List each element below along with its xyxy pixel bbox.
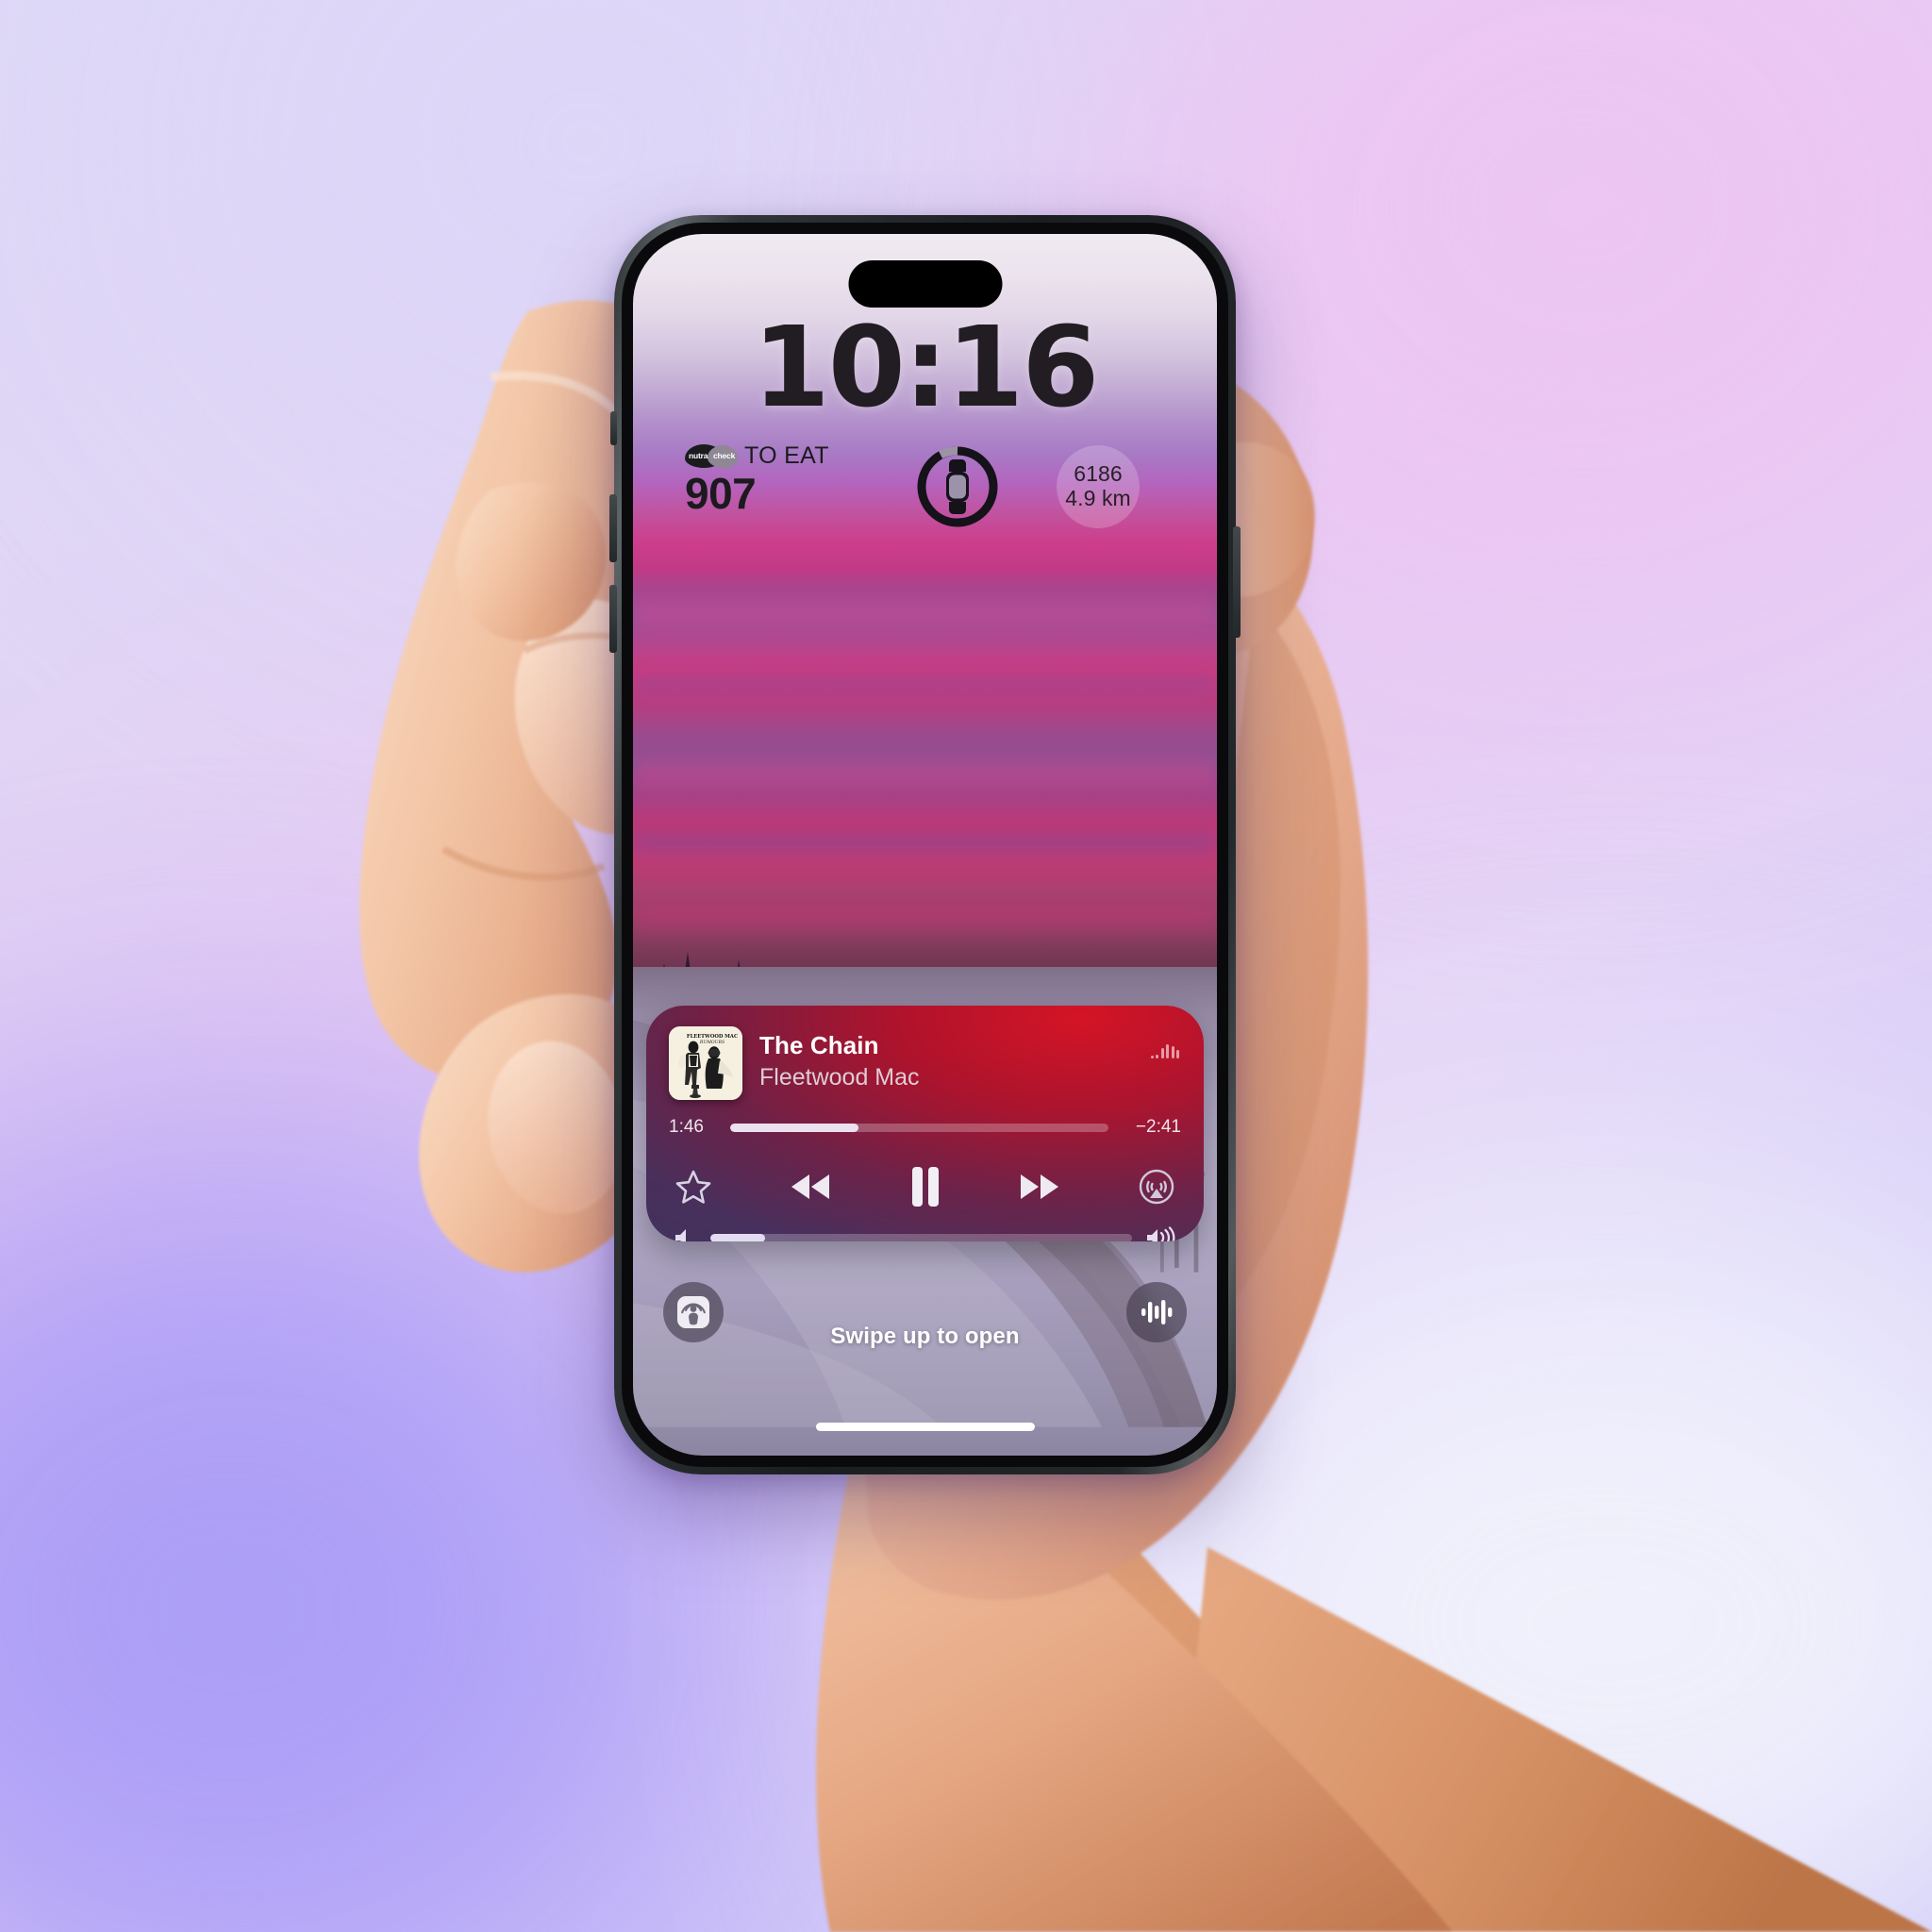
volume-row: [646, 1221, 1204, 1241]
star-icon: [675, 1170, 711, 1204]
svg-text:FLEETWOOD MAC: FLEETWOOD MAC: [687, 1034, 738, 1040]
wallpaper-cloud-band: [633, 758, 1217, 788]
volume-down-button[interactable]: [609, 585, 617, 653]
steps-circle: 6186 4.9 km: [1057, 445, 1140, 528]
lockscreen-widget-row: nutra check TO EAT 907 6186 4.9 km: [633, 441, 1217, 545]
nutracheck-title: TO EAT: [744, 441, 829, 469]
elapsed-time: 1:46: [669, 1117, 704, 1137]
wallpaper-cloud-band: [633, 832, 1217, 854]
airplay-button[interactable]: [1138, 1168, 1175, 1206]
playback-controls: [646, 1138, 1204, 1221]
dynamic-island[interactable]: [848, 260, 1002, 308]
steps-count: 6186: [1074, 461, 1123, 487]
home-indicator[interactable]: [815, 1423, 1035, 1431]
pause-icon: [911, 1167, 939, 1207]
playback-progress-row: 1:46 −2:41: [646, 1100, 1204, 1138]
audio-waveform-icon: [1150, 1043, 1179, 1058]
nutracheck-logo-icon: nutra check: [685, 443, 738, 468]
favorite-button[interactable]: [675, 1168, 712, 1206]
steps-distance: 4.9 km: [1065, 486, 1131, 510]
phone-screen: 10:16 nutra check TO EAT 907 6186 4.9 km…: [633, 234, 1217, 1456]
volume-fill: [710, 1233, 766, 1241]
phone-bezel: 10:16 nutra check TO EAT 907 6186 4.9 km…: [622, 223, 1228, 1467]
wallpaper-cloud-band: [633, 674, 1217, 693]
rumours-album-cover: FLEETWOOD MAC RUMOURS: [669, 1026, 742, 1100]
swipe-up-hint: Swipe up to open: [830, 1324, 1020, 1349]
track-info: The Chain Fleetwood Mac: [759, 1026, 1181, 1091]
silent-switch[interactable]: [610, 411, 617, 445]
widget-steps[interactable]: 6186 4.9 km: [1018, 441, 1178, 528]
watch-ring-progress: [914, 443, 1001, 530]
playback-progress-fill: [730, 1123, 859, 1132]
volume-low-icon: [675, 1229, 686, 1241]
nutracheck-word-2: check: [713, 451, 736, 460]
now-playing-widget[interactable]: FLEETWOOD MAC RUMOURS The Chain Fleetwoo…: [646, 1006, 1204, 1241]
widget-nutracheck[interactable]: nutra check TO EAT 907: [672, 441, 897, 519]
track-title: The Chain: [759, 1031, 879, 1059]
airplay-icon: [1139, 1169, 1174, 1205]
iphone-device: 10:16 nutra check TO EAT 907 6186 4.9 km…: [609, 215, 1241, 1474]
widget-watch[interactable]: [897, 441, 1018, 530]
volume-high-icon: [1147, 1226, 1175, 1241]
volume-slider[interactable]: [710, 1233, 1132, 1241]
lockscreen-clock: 10:16: [752, 302, 1100, 432]
nutracheck-header: nutra check TO EAT: [685, 441, 897, 470]
rewind-button[interactable]: [788, 1170, 833, 1204]
svg-text:RUMOURS: RUMOURS: [699, 1040, 724, 1045]
nutracheck-word-1: nutra: [689, 450, 708, 460]
track-artist: Fleetwood Mac: [759, 1064, 920, 1091]
rewind-icon: [791, 1174, 829, 1199]
side-power-button[interactable]: [1233, 526, 1241, 638]
wallpaper-cloud-band: [633, 600, 1217, 625]
shazam-waveform-icon: [1141, 1300, 1173, 1324]
nutracheck-value: 907: [685, 469, 757, 518]
pause-button[interactable]: [908, 1165, 942, 1208]
volume-up-button[interactable]: [609, 494, 617, 562]
fast-forward-icon: [1021, 1174, 1059, 1199]
wallpaper-cloud-band: [633, 906, 1217, 931]
now-playing-header: FLEETWOOD MAC RUMOURS The Chain Fleetwoo…: [646, 1006, 1204, 1100]
apple-watch-icon: [917, 446, 998, 527]
playback-scrubber[interactable]: [730, 1123, 1108, 1132]
album-artwork[interactable]: FLEETWOOD MAC RUMOURS: [669, 1026, 742, 1100]
fast-forward-button[interactable]: [1017, 1170, 1062, 1204]
remaining-time: −2:41: [1135, 1117, 1181, 1137]
